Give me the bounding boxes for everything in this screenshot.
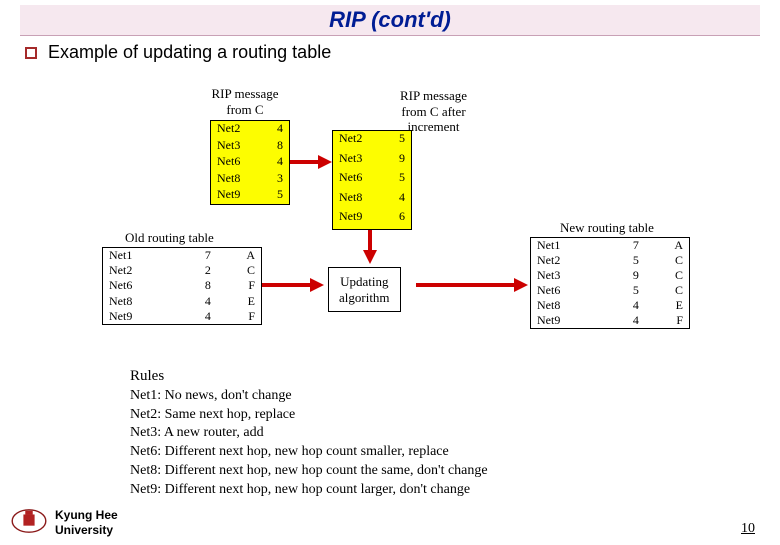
rule-line: Net1: No news, don't change	[130, 387, 488, 406]
box-rip-from-c: Net24 Net38 Net64 Net83 Net95	[210, 120, 290, 205]
box-rip-after-inc: Net25 Net39 Net65 Net84 Net96	[332, 130, 412, 230]
box-old-table: Net17A Net22C Net68F Net84E Net94F	[102, 247, 262, 325]
rules-title: Rules	[130, 366, 488, 386]
label-new-table: New routing table	[560, 220, 654, 236]
label-old-table: Old routing table	[125, 230, 214, 246]
footer-institution: Kyung Hee University	[55, 508, 118, 537]
page-number: 10	[741, 521, 755, 537]
slide-subtitle: Example of updating a routing table	[48, 42, 331, 62]
rules-block: Rules Net1: No news, don't change Net2: …	[130, 366, 488, 500]
box-updating-algorithm: Updating algorithm	[328, 267, 401, 312]
bullet-icon	[25, 47, 37, 59]
title-bar: RIP (cont'd)	[20, 5, 760, 36]
rule-line: Net6: Different next hop, new hop count …	[130, 443, 488, 462]
rule-line: Net2: Same next hop, replace	[130, 406, 488, 425]
slide-subtitle-row: Example of updating a routing table	[25, 42, 780, 63]
rule-line: Net9: Different next hop, new hop count …	[130, 481, 488, 500]
label-rip-after-inc: RIP message from C after increment	[400, 88, 467, 135]
label-rip-from-c: RIP message from C	[211, 86, 278, 117]
slide-title: RIP (cont'd)	[20, 7, 760, 33]
rule-line: Net8: Different next hop, new hop count …	[130, 462, 488, 481]
box-new-table: Net17A Net25C Net39C Net65C Net84E Net94…	[530, 237, 690, 329]
rule-line: Net3: A new router, add	[130, 424, 488, 443]
university-logo-icon	[10, 507, 48, 535]
